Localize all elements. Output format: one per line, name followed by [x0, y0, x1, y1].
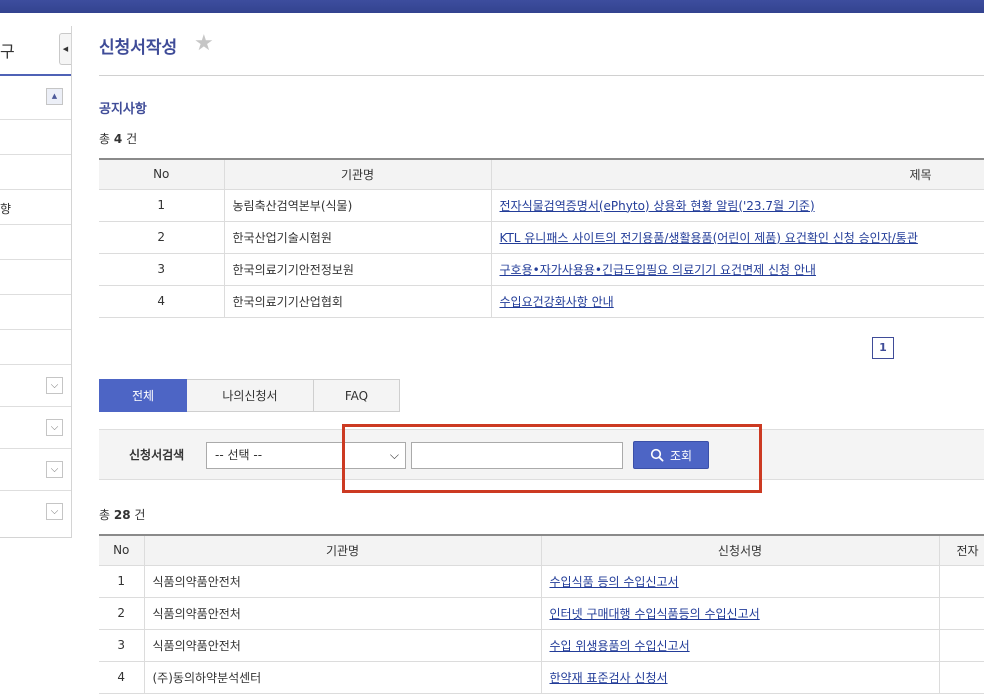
row-no: 4	[99, 284, 225, 317]
table-header-row: No 기관명 신청서명 전자	[99, 535, 984, 565]
form-count: 총 28 건	[99, 506, 145, 523]
sidebar-item[interactable]	[0, 330, 71, 365]
form-name-link[interactable]: 인터넷 구매대행 수입식품등의 수입신고서	[550, 607, 760, 621]
row-org: 식품의약품안전처	[144, 628, 542, 661]
sidebar-item[interactable]	[0, 295, 71, 330]
chevron-down-icon[interactable]: ⌵	[46, 461, 63, 478]
column-header: 신청서명	[541, 535, 940, 565]
category-select[interactable]: -- 선택 -- ⌵	[206, 442, 406, 469]
row-org: 한국의료기기안전정보원	[224, 252, 492, 285]
form-table: No 기관명 신청서명 전자 1 식품의약품안전처 수입식품 등의 수입신고서 …	[99, 534, 984, 694]
row-org: 한국의료기기산업협회	[224, 284, 492, 317]
sidebar-item[interactable]	[0, 120, 71, 155]
sidebar-expandable-item[interactable]: ⌵	[0, 491, 71, 533]
sidebar-header: 구 ◀	[0, 26, 71, 76]
row-electronic	[939, 596, 984, 629]
table-row: 4 (주)동의하약분석센터 한약재 표준검사 신청서	[99, 660, 984, 693]
form-name-link[interactable]: 수입식품 등의 수입신고서	[550, 575, 679, 589]
column-header: 기관명	[224, 159, 492, 189]
table-row: 2 식품의약품안전처 인터넷 구매대행 수입식품등의 수입신고서	[99, 596, 984, 629]
sidebar-header-title: 구	[0, 42, 15, 61]
row-no: 2	[99, 596, 145, 629]
sidebar-item[interactable]: 향	[0, 190, 71, 225]
column-header: 제목	[491, 159, 984, 189]
count-value: 4	[113, 132, 123, 146]
form-name-link[interactable]: 한약재 표준검사 신청서	[550, 671, 668, 685]
row-no: 1	[99, 188, 225, 221]
row-no: 3	[99, 252, 225, 285]
sidebar-item-label: 향	[0, 202, 12, 216]
notice-title-link[interactable]: KTL 유니패스 사이트의 전기용품/생활용품(어린이 제품) 요건확인 신청 …	[500, 231, 918, 245]
search-panel: 신청서검색 -- 선택 -- ⌵ 조회	[99, 429, 984, 480]
table-row: 1 농림축산검역본부(식물) 전자식물검역증명서(ePhyto) 상용화 현황 …	[99, 188, 984, 221]
sidebar-expandable-item[interactable]: ⌵	[0, 407, 71, 449]
search-button-label: 조회	[669, 448, 693, 463]
count-value: 28	[113, 508, 131, 522]
sidebar-item[interactable]	[0, 260, 71, 295]
table-row: 2 한국산업기술시험원 KTL 유니패스 사이트의 전기용품/생활용품(어린이 …	[99, 220, 984, 253]
notice-section-title: 공지사항	[99, 102, 147, 117]
table-row: 4 한국의료기기산업협회 수입요건강화사항 안내	[99, 284, 984, 317]
count-suffix: 건	[126, 132, 138, 146]
sidebar-collapse-icon[interactable]: ◀	[59, 33, 71, 65]
row-no: 4	[99, 660, 145, 693]
pagination-page-button[interactable]: 1	[872, 337, 894, 359]
tab-bar: 전체 나의신청서 FAQ	[99, 379, 400, 412]
sidebar-item[interactable]	[0, 155, 71, 190]
sidebar-expandable-item[interactable]: ⌵	[0, 449, 71, 491]
divider	[99, 75, 984, 76]
row-org: 한국산업기술시험원	[224, 220, 492, 253]
table-row: 3 식품의약품안전처 수입 위생용품의 수입신고서	[99, 628, 984, 661]
row-no: 2	[99, 220, 225, 253]
column-header: No	[99, 159, 225, 189]
search-label: 신청서검색	[129, 448, 185, 462]
notice-count: 총 4 건	[99, 130, 137, 147]
form-name-link[interactable]: 수입 위생용품의 수입신고서	[550, 639, 690, 653]
row-no: 3	[99, 628, 145, 661]
search-icon	[650, 448, 664, 462]
row-org: 농림축산검역본부(식물)	[224, 188, 492, 221]
tab-faq[interactable]: FAQ	[314, 379, 400, 412]
notice-title-link[interactable]: 수입요건강화사항 안내	[500, 295, 614, 309]
table-row: 1 식품의약품안전처 수입식품 등의 수입신고서	[99, 564, 984, 597]
row-org: 식품의약품안전처	[144, 564, 542, 597]
chevron-down-icon[interactable]: ⌵	[46, 419, 63, 436]
chevron-down-icon[interactable]: ⌵	[46, 377, 63, 394]
column-header: 기관명	[144, 535, 542, 565]
chevron-up-icon[interactable]: ▲	[46, 88, 63, 105]
notice-title-link[interactable]: 전자식물검역증명서(ePhyto) 상용화 현황 알림('23.7월 기준)	[500, 199, 815, 213]
tab-all[interactable]: 전체	[99, 379, 187, 412]
star-icon[interactable]: ★	[194, 31, 214, 56]
column-header: No	[99, 535, 145, 565]
search-input[interactable]	[411, 442, 623, 469]
search-button[interactable]: 조회	[633, 441, 709, 469]
page-title: 신청서작성	[99, 38, 178, 58]
sidebar-item[interactable]: ▲	[0, 76, 71, 120]
count-prefix: 총	[99, 508, 111, 522]
row-no: 1	[99, 564, 145, 597]
select-value: -- 선택 --	[215, 448, 263, 462]
sidebar-expandable-item[interactable]: ⌵	[0, 365, 71, 407]
table-header-row: No 기관명 제목	[99, 159, 984, 189]
notice-title-link[interactable]: 구호용•자가사용용•긴급도입필요 의료기기 요건면제 신청 안내	[500, 263, 816, 277]
row-org: (주)동의하약분석센터	[144, 660, 542, 693]
count-prefix: 총	[99, 132, 111, 146]
count-suffix: 건	[134, 508, 146, 522]
row-electronic	[939, 564, 984, 597]
sidebar: 구 ◀ ▲ 향 ⌵ ⌵ ⌵ ⌵	[0, 26, 72, 538]
column-header: 전자	[939, 535, 984, 565]
tab-my-applications[interactable]: 나의신청서	[187, 379, 314, 412]
row-org: 식품의약품안전처	[144, 596, 542, 629]
notice-table: No 기관명 제목 1 농림축산검역본부(식물) 전자식물검역증명서(ePhyt…	[99, 158, 984, 318]
chevron-down-icon: ⌵	[389, 448, 399, 462]
top-bar	[0, 0, 984, 13]
row-electronic	[939, 628, 984, 661]
table-row: 3 한국의료기기안전정보원 구호용•자가사용용•긴급도입필요 의료기기 요건면제…	[99, 252, 984, 285]
sidebar-item[interactable]	[0, 225, 71, 260]
chevron-down-icon[interactable]: ⌵	[46, 503, 63, 520]
row-electronic	[939, 660, 984, 693]
